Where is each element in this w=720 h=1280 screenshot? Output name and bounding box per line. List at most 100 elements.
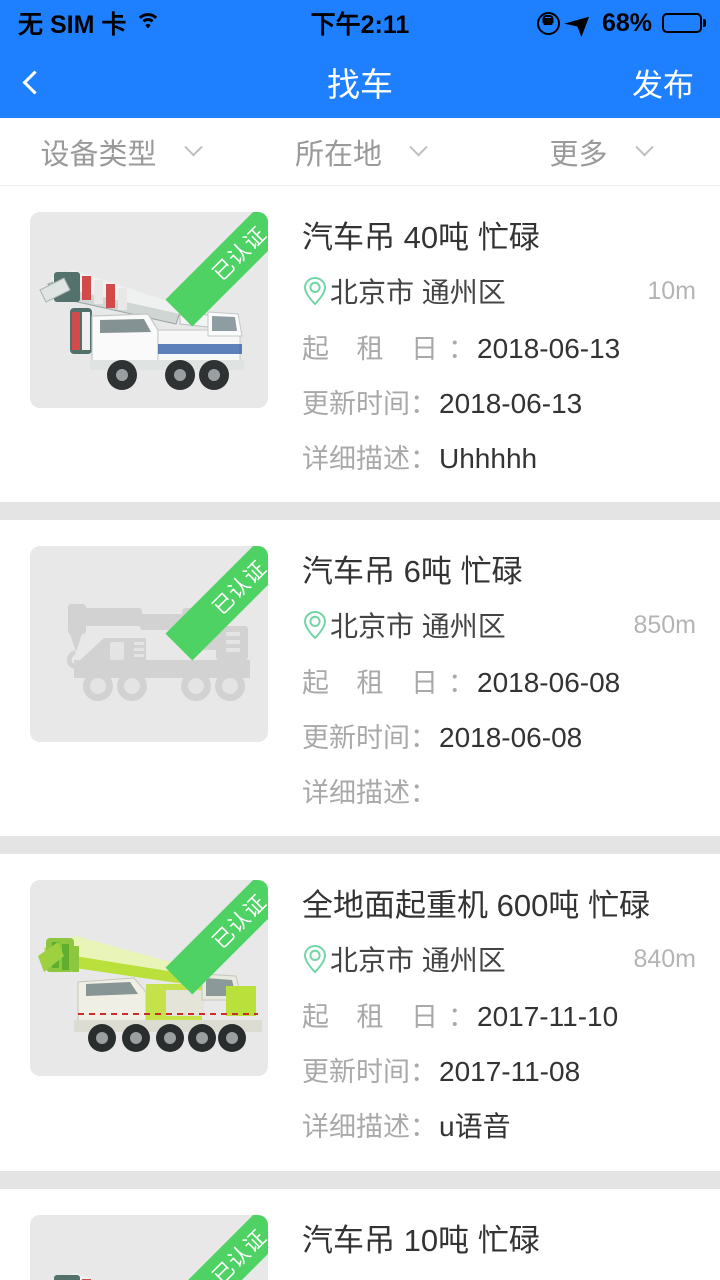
listing-location-row: 北京市 通州区 10m [302,271,696,311]
filter-more[interactable]: 更多 [480,131,720,173]
detail-row: 更新时间 ： 2017-11-08 [302,1050,696,1089]
chevron-down-icon [183,138,203,157]
detail-row: 更新时间 ： 2018-06-08 [302,716,696,755]
detail-label: 更新时间 [302,389,410,419]
verified-badge-label: 已认证 [165,212,268,327]
listing-location: 北京市 通州区 [330,1274,506,1280]
listing-distance: 850m [633,610,696,639]
detail-colon: ： [410,1057,437,1087]
detail-row: 详细描述 ： [302,771,696,810]
detail-value: u语音 [439,1111,511,1142]
screen: 无 SIM 卡 下午2:11 68% 找车 发布 设备类型 所在地 更多 已认证… [0,0,720,1280]
location-pin-icon [303,944,327,974]
filter-label: 更多 [549,138,608,171]
status-bar: 无 SIM 卡 下午2:11 68% [0,0,720,46]
rotation-lock-icon [536,11,560,35]
detail-colon: ： [448,334,476,364]
listing-thumbnail[interactable]: 已认证 [30,212,268,408]
nav-bar: 找车 发布 [0,46,720,118]
detail-label: 更新时间 [302,1057,410,1087]
detail-label: 起 租 日 [302,668,449,698]
location-arrow-icon [564,9,598,36]
listing-title: 汽车吊 6吨 忙碌 [302,554,523,589]
battery-percent-label: 68% [601,8,652,37]
listing-info: 汽车吊 6吨 忙碌 北京市 通州区 850m 起 租 日 ： 2018-06-0… [268,546,720,810]
verified-ribbon: 已认证 [150,546,268,664]
listing-location: 北京市 通州区 [330,611,506,642]
filter-label: 设备类型 [40,138,157,171]
detail-label: 详细描述 [302,444,410,474]
wifi-icon [135,13,162,33]
listing-info: 汽车吊 10吨 忙碌 北京市 通州区 起 租 日 ： 更新时间 ： 详细描述 ： [268,1215,720,1280]
list-separator [0,836,720,854]
detail-colon: ： [410,444,437,474]
detail-value: 2018-06-13 [477,333,621,364]
publish-button[interactable]: 发布 [632,60,694,105]
detail-label: 起 租 日 [302,334,449,364]
list-item[interactable]: 已认证 汽车吊 40吨 忙碌 北京市 通州区 10m 起 租 日 ： 2018-… [0,186,720,502]
detail-label: 详细描述 [302,1112,410,1142]
listing-thumbnail[interactable]: 已认证 [30,1215,268,1280]
location-pin-icon [303,276,327,306]
listing-info: 汽车吊 40吨 忙碌 北京市 通州区 10m 起 租 日 ： 2018-06-1… [268,212,720,476]
verified-ribbon: 已认证 [150,1215,268,1280]
list-item[interactable]: 已认证 汽车吊 10吨 忙碌 北京市 通州区 起 租 日 ： 更新时间 ： [0,1189,720,1280]
battery-icon [662,13,702,33]
detail-value: 2017-11-08 [439,1056,581,1087]
detail-value: 2018-06-13 [439,388,583,419]
detail-value: 2017-11-10 [477,1001,619,1032]
listing-location-row: 北京市 通州区 840m [302,939,696,979]
detail-label: 更新时间 [302,723,410,753]
listing-title: 汽车吊 40吨 忙碌 [302,220,540,255]
verified-badge-label: 已认证 [165,880,268,995]
detail-row: 详细描述 ： u语音 [302,1105,696,1145]
detail-label: 起 租 日 [302,1002,449,1032]
carrier-label: 无 SIM 卡 [18,11,127,39]
detail-colon: ： [410,723,437,753]
listing-distance: 10m [647,276,696,305]
detail-colon: ： [410,1112,437,1142]
filter-location[interactable]: 所在地 [240,131,480,173]
detail-colon: ： [410,389,437,419]
list-separator [0,502,720,520]
verified-badge-label: 已认证 [165,1215,268,1280]
detail-colon: ： [448,1002,476,1032]
listing-title: 汽车吊 10吨 忙碌 [302,1223,540,1258]
status-bar-right: 68% [536,8,702,38]
listing-location-row: 北京市 通州区 850m [302,605,696,645]
filter-equipment-type[interactable]: 设备类型 [0,131,240,173]
location-pin-icon [303,610,327,640]
list-separator [0,1171,720,1189]
detail-row: 起 租 日 ： 2018-06-13 [302,327,696,366]
detail-value: Uhhhhh [439,443,538,474]
detail-row: 更新时间 ： 2018-06-13 [302,382,696,421]
chevron-down-icon [409,138,428,157]
listing-distance: 840m [633,944,696,973]
listing-thumbnail[interactable]: 已认证 [30,880,268,1076]
verified-badge-label: 已认证 [165,546,268,661]
listing-location: 北京市 通州区 [330,945,506,976]
detail-colon: ： [410,778,437,808]
detail-label: 详细描述 [302,778,410,808]
status-bar-left: 无 SIM 卡 [18,5,162,41]
detail-row: 起 租 日 ： 2018-06-08 [302,661,696,700]
listing-location-row: 北京市 通州区 [302,1274,696,1280]
filter-bar: 设备类型 所在地 更多 [0,118,720,186]
detail-value: 2018-06-08 [477,667,621,698]
back-button[interactable] [22,60,70,104]
detail-value: 2018-06-08 [439,722,583,753]
filter-label: 所在地 [294,138,382,171]
list-item[interactable]: 已认证 汽车吊 6吨 忙碌 北京市 通州区 850m 起 租 日 ： 2018-… [0,520,720,836]
verified-ribbon: 已认证 [150,880,268,998]
page-title: 找车 [327,66,393,103]
listing-info: 全地面起重机 600吨 忙碌 北京市 通州区 840m 起 租 日 ： 2017… [268,880,720,1145]
detail-colon: ： [448,668,476,698]
detail-row: 详细描述 ： Uhhhhh [302,437,696,476]
list-item[interactable]: 已认证 全地面起重机 600吨 忙碌 北京市 通州区 840m 起 租 日 ： … [0,854,720,1171]
detail-row: 起 租 日 ： 2017-11-10 [302,995,696,1034]
listing-location: 北京市 通州区 [330,277,506,308]
chevron-down-icon [634,138,654,157]
listing-list[interactable]: 已认证 汽车吊 40吨 忙碌 北京市 通州区 10m 起 租 日 ： 2018-… [0,186,720,1280]
listing-thumbnail[interactable]: 已认证 [30,546,268,742]
verified-ribbon: 已认证 [150,212,268,330]
